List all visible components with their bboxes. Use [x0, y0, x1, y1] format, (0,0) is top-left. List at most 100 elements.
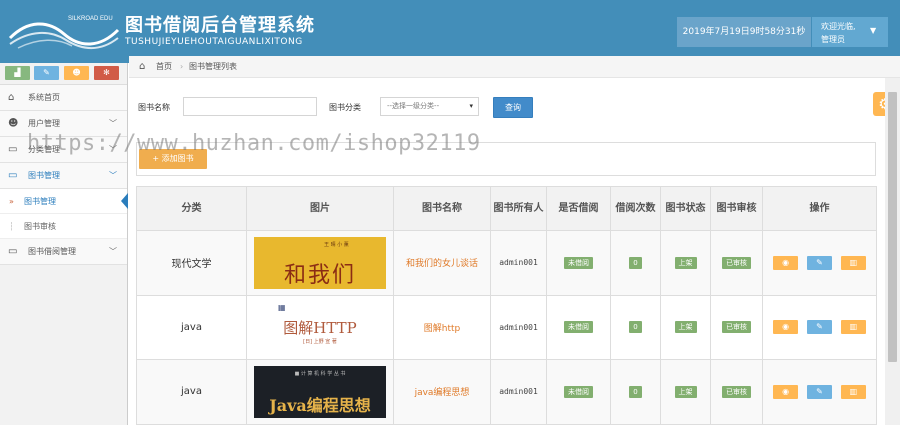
view-button[interactable]: ◉	[773, 255, 799, 270]
chart-icon[interactable]: ▟	[5, 66, 30, 80]
category-select[interactable]: --选择一级分类-- ▾	[380, 97, 479, 116]
delete-button[interactable]: ▥	[840, 384, 866, 399]
cover-title-text: Java编程思想	[269, 395, 371, 415]
column-header: 是否借阅	[546, 186, 611, 231]
cover-top-text: ▦	[278, 303, 286, 313]
sidebar-item-label: 分类管理	[28, 145, 60, 154]
sidebar-item-borrow[interactable]: ▭ 图书借阅管理 ﹀	[0, 239, 127, 265]
book-name-label: 图书名称	[138, 103, 170, 112]
audit-cell: 已审核	[710, 294, 763, 360]
book-name-cell[interactable]: 和我们的女儿谈话	[393, 230, 491, 296]
delete-button[interactable]: ▥	[840, 320, 866, 335]
table-row: 现代文学 王 晴 小 薰 和我们 和我们的女儿谈话 admin001 未借阅 0…	[136, 230, 877, 296]
search-button[interactable]: 查询	[493, 97, 533, 118]
users-icon[interactable]: ☻	[64, 66, 89, 80]
top-navbar: SILKROAD EDU 图书借阅后台管理系统 TUSHUJIEYUEHOUTA…	[0, 0, 900, 63]
app-title: 图书借阅后台管理系统	[125, 15, 315, 36]
sidebar-subitem-book-manage[interactable]: » 图书管理	[0, 189, 128, 214]
sidebar-item-users[interactable]: ☻ 用户管理 ﹀	[0, 111, 127, 137]
edit-button[interactable]: ✎	[807, 255, 832, 270]
count-badge: 0	[629, 256, 642, 269]
sidebar-item-category[interactable]: ▭ 分类管理 ﹀	[0, 137, 127, 163]
book-name-cell[interactable]: java编程思想	[393, 359, 491, 425]
silkroad-logo: SILKROAD EDU	[8, 16, 120, 49]
cover-author-text: [日] 上野 宣 著	[303, 339, 337, 346]
desktop-icon: ▭	[8, 144, 18, 155]
desktop-icon: ▭	[8, 170, 18, 181]
cover-author-text: 王 晴 小 薰	[324, 241, 349, 248]
column-header: 图书状态	[660, 186, 711, 231]
category-cell: 现代文学	[136, 230, 247, 296]
add-book-button[interactable]: + 添加图书	[139, 149, 207, 169]
scrollbar-thumb[interactable]	[888, 92, 897, 362]
sidebar-subitem-book-audit[interactable]: ┆ 图书审核	[0, 214, 127, 239]
book-table: 分类 图片 图书名称 图书所有人 是否借阅 借阅次数 图书状态 图书审核 操作 …	[136, 186, 877, 425]
column-header: 分类	[136, 186, 247, 231]
borrowed-cell: 未借阅	[546, 294, 611, 360]
count-badge: 0	[629, 321, 642, 334]
column-header: 操作	[762, 186, 877, 231]
audit-cell: 已审核	[710, 230, 763, 296]
sidebar-subitem-label: 图书审核	[24, 222, 56, 231]
sidebar-subitem-label: 图书管理	[24, 197, 56, 206]
book-cover-image: 王 晴 小 薰 和我们	[254, 236, 386, 289]
sidebar-shortcuts: ▟ ✎ ☻ ✻	[0, 63, 127, 85]
borrowed-badge: 未借阅	[564, 321, 593, 334]
category-select-value: --选择一级分类--	[387, 102, 440, 110]
cover-top-text: ■ 计 算 机 科 学 丛 书	[294, 370, 346, 377]
borrowed-cell: 未借阅	[546, 230, 611, 296]
cover-cell: ■ 计 算 机 科 学 丛 书 Java编程思想	[246, 359, 394, 425]
book-name-input[interactable]	[183, 97, 317, 116]
table-toolbar	[136, 142, 876, 176]
home-icon: ⌂	[139, 61, 146, 72]
audit-badge: 已审核	[722, 256, 751, 269]
cover-title-text: 图解HTTP	[283, 319, 357, 338]
dropdown-arrow-icon: ▾	[469, 102, 473, 110]
sidebar-item-label: 用户管理	[28, 119, 60, 128]
breadcrumb-home[interactable]: 首页	[156, 56, 172, 78]
pencil-icon[interactable]: ✎	[34, 66, 59, 80]
column-header: 借阅次数	[610, 186, 661, 231]
dash-icon: ┆	[9, 222, 14, 231]
cover-title-text: 和我们	[283, 262, 356, 288]
column-header: 图书名称	[393, 186, 491, 231]
breadcrumb-current: 图书管理列表	[189, 62, 237, 71]
home-icon: ⌂	[8, 92, 15, 103]
sidebar: ▟ ✎ ☻ ✻ ⌂ 系统首页 ☻ 用户管理 ﹀ ▭ 分类管理 ﹀ ▭ 图书管理 …	[0, 63, 128, 425]
edit-button[interactable]: ✎	[807, 384, 832, 399]
sidebar-item-books[interactable]: ▭ 图书管理 ﹀	[0, 163, 127, 189]
logo-text: SILKROAD EDU	[68, 16, 113, 22]
count-cell: 0	[610, 294, 661, 360]
borrowed-cell: 未借阅	[546, 359, 611, 425]
borrowed-badge: 未借阅	[564, 256, 593, 269]
book-category-label: 图书分类	[329, 103, 361, 112]
desktop-icon: ▭	[8, 246, 18, 257]
delete-button[interactable]: ▥	[840, 255, 866, 270]
gears-icon[interactable]: ✻	[94, 66, 119, 80]
status-cell: 上架	[660, 230, 711, 296]
sidebar-item-label: 图书借阅管理	[28, 247, 76, 256]
status-badge: 上架	[674, 321, 697, 334]
count-cell: 0	[610, 230, 661, 296]
view-button[interactable]: ◉	[773, 384, 799, 399]
cover-cell: ▦ 图解HTTP [日] 上野 宣 著	[246, 294, 394, 360]
chevron-down-icon: ﹀	[109, 247, 117, 256]
status-badge: 上架	[674, 256, 697, 269]
sidebar-item-home[interactable]: ⌂ 系统首页	[0, 85, 127, 111]
count-cell: 0	[610, 359, 661, 425]
user-role: 管理员	[821, 35, 845, 44]
breadcrumb: ⌂ 首页 › 图书管理列表	[129, 56, 900, 78]
book-cover-image: ▦ 图解HTTP [日] 上野 宣 著	[254, 301, 386, 354]
book-name-cell[interactable]: 图解http	[393, 294, 491, 360]
view-button[interactable]: ◉	[773, 320, 799, 335]
table-row: java ■ 计 算 机 科 学 丛 书 Java编程思想 java编程思想 a…	[136, 359, 877, 425]
app-subtitle: TUSHUJIEYUEHOUTAIGUANLIXITONG	[125, 37, 303, 47]
cover-cell: 王 晴 小 薰 和我们	[246, 230, 394, 296]
audit-cell: 已审核	[710, 359, 763, 425]
book-cover-image: ■ 计 算 机 科 学 丛 书 Java编程思想	[254, 365, 386, 418]
table-header-row: 分类 图片 图书名称 图书所有人 是否借阅 借阅次数 图书状态 图书审核 操作	[136, 186, 877, 231]
owner-cell: admin001	[490, 230, 547, 296]
audit-badge: 已审核	[722, 385, 751, 398]
user-menu[interactable]: 欢迎光临, 管理员 ▼	[812, 17, 888, 47]
edit-button[interactable]: ✎	[807, 320, 832, 335]
